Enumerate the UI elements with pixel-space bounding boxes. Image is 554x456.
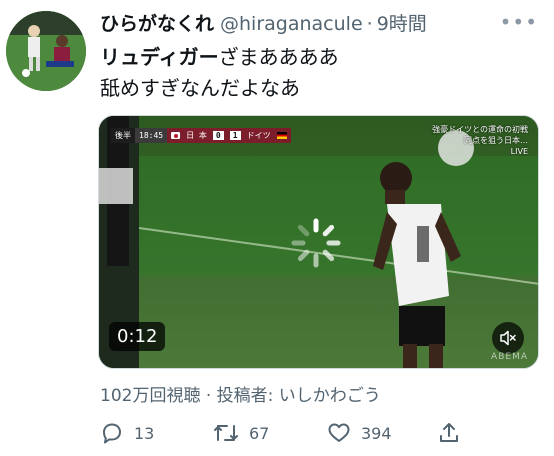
reply-button[interactable]: 13	[100, 418, 154, 448]
tweet-line-1-rest: ざまああああ	[218, 45, 339, 69]
away-score: 1	[229, 131, 241, 140]
broadcast-caption: 強豪ドイツとの運命の初戦 同点を狙う日本… LIVE	[418, 124, 528, 157]
author-display-name[interactable]: ひらがなくれ	[100, 9, 214, 36]
tweet-line-2: 舐めすぎなんだよなあ	[100, 76, 300, 100]
more-options-icon[interactable]: •••	[500, 10, 538, 34]
tweet-actions: 13 67 394	[100, 418, 480, 448]
scoreboard: 後半 18:45 日 本 0 1 ドイツ	[111, 128, 291, 143]
tweet-name-emphasis: リュディガー	[100, 45, 219, 69]
retweet-button[interactable]: 67	[213, 418, 269, 448]
tweet-timestamp[interactable]: 9時間	[377, 9, 427, 36]
broadcaster-watermark: ABEMA	[491, 352, 528, 362]
share-button[interactable]	[438, 418, 460, 448]
home-score: 0	[212, 131, 224, 140]
like-count: 394	[361, 423, 392, 443]
separator-dot: ·	[366, 13, 373, 35]
germany-flag-icon	[276, 132, 287, 139]
loading-spinner-icon	[291, 218, 341, 268]
reply-count: 13	[134, 423, 155, 443]
mute-button[interactable]	[492, 322, 524, 354]
broadcast-caption-line-1: 強豪ドイツとの運命の初戦	[432, 125, 528, 134]
author-handle[interactable]: @hiraganacule	[220, 13, 363, 35]
reply-icon	[103, 423, 121, 444]
retweet-count: 67	[249, 423, 270, 443]
view-count-and-uploader[interactable]: 102万回視聴 · 投稿者: いしかわごう	[100, 381, 381, 406]
retweet-icon	[214, 425, 238, 441]
mute-icon	[500, 330, 516, 346]
tweet-header: ひらがなくれ @hiraganacule · 9時間	[100, 9, 534, 39]
tweet-line-1: リュディガーざまああああ	[100, 42, 339, 73]
tweet-text: リュディガーざまああああ 舐めすぎなんだよなあ	[100, 42, 339, 104]
heart-icon	[328, 423, 350, 442]
japan-flag-icon	[171, 132, 181, 139]
broadcast-caption-line-2: 同点を狙う日本…	[464, 136, 528, 145]
live-badge: LIVE	[510, 147, 528, 156]
author-avatar[interactable]	[6, 11, 86, 91]
scoreboard-half: 後半	[111, 128, 135, 143]
scoreboard-teams: 日 本 0 1 ドイツ	[167, 128, 291, 143]
video-player[interactable]: 後半 18:45 日 本 0 1 ドイツ 強豪ドイツとの運命の初戦 同点を狙う日…	[98, 115, 539, 369]
scoreboard-clock: 18:45	[135, 128, 168, 143]
home-team: 日 本	[186, 131, 207, 140]
away-team: ドイツ	[246, 131, 271, 140]
share-icon	[440, 423, 458, 442]
avatar-image	[6, 11, 86, 91]
like-button[interactable]: 394	[327, 418, 392, 448]
video-duration: 0:12	[109, 322, 166, 351]
